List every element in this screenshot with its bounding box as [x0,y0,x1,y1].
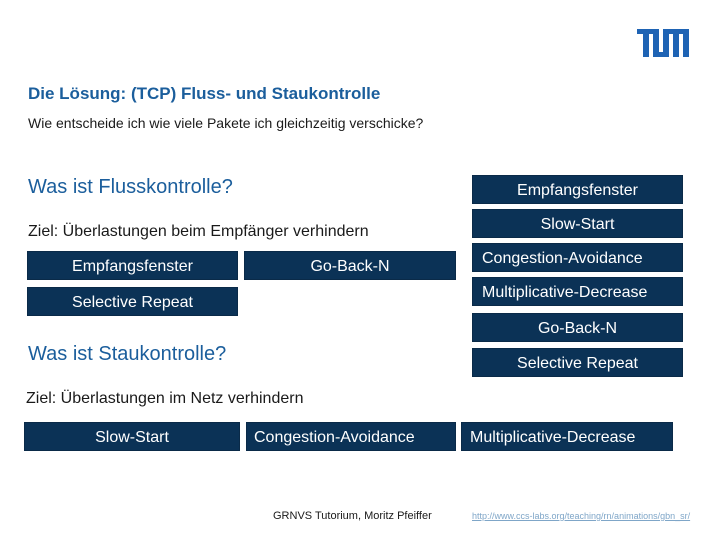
congestion-box-congestion-avoidance[interactable]: Congestion-Avoidance [246,422,456,451]
flow-box-go-back-n[interactable]: Go-Back-N [244,251,456,280]
flow-box-selective-repeat[interactable]: Selective Repeat [27,287,238,316]
pool-box-empfangsfenster[interactable]: Empfangsfenster [472,175,683,204]
slide-subtitle: Wie entscheide ich wie viele Pakete ich … [28,115,424,131]
flow-control-goal: Ziel: Überlastungen beim Empfänger verhi… [28,223,369,240]
pool-box-go-back-n[interactable]: Go-Back-N [472,313,683,342]
congestion-box-multiplicative-decrease[interactable]: Multiplicative-Decrease [461,422,673,451]
congestion-box-slow-start[interactable]: Slow-Start [24,422,240,451]
congestion-control-goal: Ziel: Überlastungen im Netz verhindern [26,390,304,407]
footer-link[interactable]: http://www.ccs-labs.org/teaching/rn/anim… [472,511,690,521]
pool-box-multiplicative-decrease[interactable]: Multiplicative-Decrease [472,277,683,306]
congestion-control-heading: Was ist Staukontrolle? [28,343,227,365]
flow-control-heading: Was ist Flusskontrolle? [28,176,233,198]
pool-box-congestion-avoidance[interactable]: Congestion-Avoidance [472,243,683,272]
footer-author: GRNVS Tutorium, Moritz Pfeiffer [273,510,432,522]
pool-box-slow-start[interactable]: Slow-Start [472,209,683,238]
tum-logo-icon [637,29,689,57]
pool-box-selective-repeat[interactable]: Selective Repeat [472,348,683,377]
slide-title: Die Lösung: (TCP) Fluss- und Staukontrol… [28,84,381,103]
flow-box-empfangsfenster[interactable]: Empfangsfenster [27,251,238,280]
